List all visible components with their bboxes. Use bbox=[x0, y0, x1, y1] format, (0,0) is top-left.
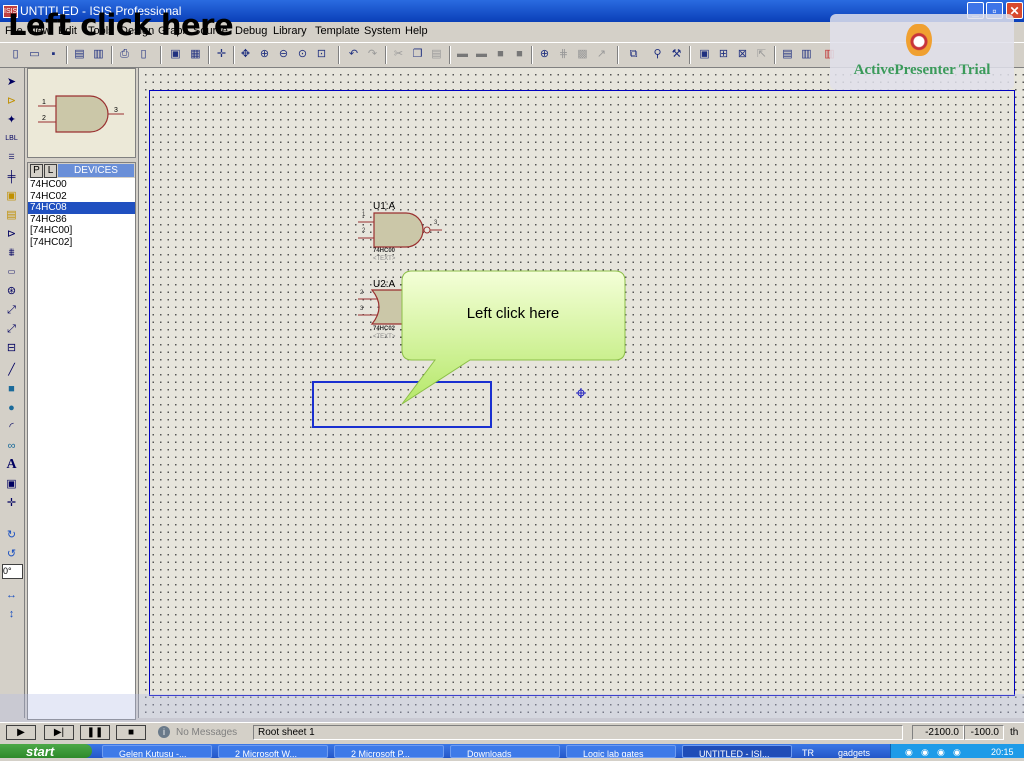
schematic-overlay bbox=[312, 212, 626, 428]
watermark-text: ActivePresenter Trial bbox=[853, 62, 991, 78]
u1-pin3: 3 bbox=[434, 220, 438, 226]
crosshair-cursor-icon bbox=[576, 388, 586, 398]
step-button[interactable]: ▶| bbox=[44, 725, 74, 740]
taskbar-item-isis[interactable]: UNTITLED - ISI... bbox=[682, 745, 792, 758]
taskbar-item-mail[interactable]: Gelen Kutusu -... bbox=[102, 745, 212, 758]
coordinate-unit: th bbox=[1010, 727, 1019, 738]
info-icon: i bbox=[158, 726, 170, 738]
play-button[interactable]: ▶ bbox=[6, 725, 36, 740]
taskbar-item-powerpoint[interactable]: 2 Microsoft P... bbox=[334, 745, 444, 758]
taskbar-item-word[interactable]: 2 Microsoft W... bbox=[218, 745, 328, 758]
taskbar-item-downloads[interactable]: Downloads bbox=[450, 745, 560, 758]
bottom-shade bbox=[0, 694, 1024, 722]
u2-part: 74HC02 bbox=[373, 326, 396, 332]
u1-part: 74HC00 bbox=[373, 248, 396, 254]
tutorial-caption: Left click here bbox=[8, 8, 234, 42]
pause-button[interactable]: ❚❚ bbox=[80, 725, 110, 740]
drag-selection-box bbox=[312, 381, 492, 428]
start-button[interactable]: start bbox=[0, 744, 92, 759]
u1-pin1: 1 bbox=[362, 212, 366, 218]
gate-u1[interactable] bbox=[358, 212, 442, 248]
x-coordinate: -2100.0 bbox=[912, 725, 964, 740]
callout-text: Left click here bbox=[466, 305, 560, 322]
activepresenter-logo-icon bbox=[906, 24, 932, 56]
sheet-status: Root sheet 1 bbox=[253, 725, 903, 740]
gadgets-toolbar[interactable]: gadgets bbox=[838, 745, 870, 761]
u1-reference: U1:A bbox=[373, 201, 396, 212]
language-indicator[interactable]: TR bbox=[802, 745, 814, 761]
stop-button[interactable]: ■ bbox=[116, 725, 146, 740]
u2-text: <TEXT> bbox=[373, 334, 396, 340]
activepresenter-watermark: ActivePresenter Trial bbox=[830, 14, 1014, 90]
y-coordinate: -100.0 bbox=[964, 725, 1004, 740]
callout-bubble bbox=[401, 270, 626, 405]
status-bar: ▶ ▶| ❚❚ ■ i No Messages Root sheet 1 -21… bbox=[0, 722, 1024, 743]
u1-pin2: 2 bbox=[362, 228, 366, 234]
system-tray: ◉ ◉ ◉ ◉ 20:15 bbox=[890, 744, 1024, 758]
messages-status[interactable]: No Messages bbox=[176, 727, 237, 738]
taskbar-item-logic-lab[interactable]: Logic lab gates bbox=[566, 745, 676, 758]
u2-pin2: 2 bbox=[360, 290, 364, 296]
u1-text: <TEXT> bbox=[373, 256, 396, 262]
u2-reference: U2:A bbox=[373, 279, 396, 290]
u2-pin3: 3 bbox=[360, 306, 364, 312]
windows-taskbar: start Gelen Kutusu -... 2 Microsoft W...… bbox=[0, 744, 1024, 761]
